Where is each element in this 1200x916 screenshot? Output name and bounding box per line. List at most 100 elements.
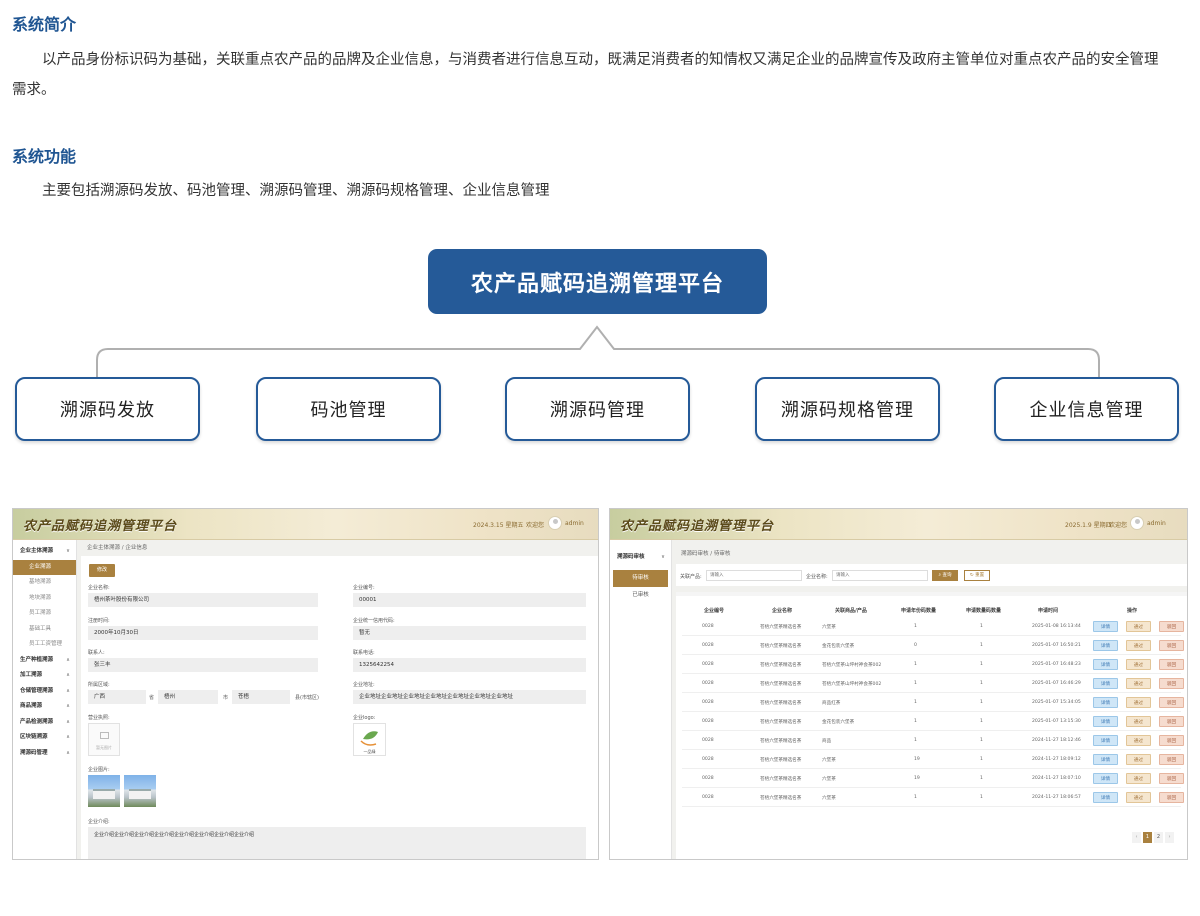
sidebar-item[interactable]: 区块链溯源 ∧ — [13, 730, 76, 746]
approve-button[interactable]: 通过 — [1126, 735, 1151, 746]
building-shape — [129, 789, 151, 799]
sidebar-item[interactable]: 产品检测溯源 ∧ — [13, 715, 76, 731]
detail-button[interactable]: 详情 — [1093, 678, 1118, 689]
approve-button[interactable]: 通过 — [1126, 754, 1151, 765]
approve-button[interactable]: 通过 — [1126, 621, 1151, 632]
leaf-logo-icon — [360, 731, 378, 746]
product-input[interactable] — [706, 570, 802, 581]
detail-button[interactable]: 详情 — [1093, 792, 1118, 803]
sidebar-item[interactable]: 溯源码管理 ∧ — [13, 746, 76, 762]
pagination: ‹ 1 2 › — [1132, 832, 1174, 843]
header-user[interactable]: admin — [1147, 520, 1166, 527]
sidebar-item[interactable]: 商品溯源 ∧ — [13, 699, 76, 715]
credit-code-field: 暂无 — [353, 626, 586, 640]
avatar[interactable] — [548, 516, 562, 530]
table-cell: 0028 — [702, 719, 714, 724]
table-cell: 苍梧六堡茶精选名茶 — [760, 739, 802, 744]
table-cell: 苍梧六堡茶精选名茶 — [760, 625, 802, 630]
reject-button[interactable]: 驳回 — [1159, 640, 1184, 651]
intro-field: 企业介绍企业介绍企业介绍企业介绍企业介绍企业介绍企业介绍企业介绍 — [88, 827, 586, 859]
table-cell: 0028 — [702, 681, 714, 686]
image-icon — [100, 732, 109, 739]
table-cell: 1 — [914, 795, 917, 800]
sidebar-item-pending[interactable]: 待审核 — [613, 570, 668, 587]
approve-button[interactable]: 通过 — [1126, 716, 1151, 727]
header-welcome: 欢迎您 — [1109, 522, 1128, 529]
sidebar-item-reviewed[interactable]: 已审核 — [610, 587, 671, 604]
table-cell: 0028 — [702, 776, 714, 781]
license-image-placeholder: 暂无图片 — [88, 723, 120, 756]
reject-button[interactable]: 驳回 — [1159, 716, 1184, 727]
detail-button[interactable]: 详情 — [1093, 640, 1118, 651]
detail-button[interactable]: 详情 — [1093, 773, 1118, 784]
label: 企业logo: — [353, 715, 376, 721]
building-shape — [93, 789, 115, 799]
detail-button[interactable]: 详情 — [1093, 716, 1118, 727]
sidebar-item[interactable]: 企业主体溯源 ∨ — [13, 544, 76, 560]
reject-button[interactable]: 驳回 — [1159, 697, 1184, 708]
reject-button[interactable]: 驳回 — [1159, 659, 1184, 670]
next-page-button[interactable]: › — [1165, 832, 1174, 843]
table-cell: 1 — [914, 681, 917, 686]
reject-button[interactable]: 驳回 — [1159, 678, 1184, 689]
module-code-issue: 溯源码发放 — [15, 377, 200, 441]
table-cell: 商品红茶 — [822, 701, 841, 706]
approve-button[interactable]: 通过 — [1126, 640, 1151, 651]
approve-button[interactable]: 通过 — [1126, 773, 1151, 784]
header-welcome: 欢迎您 — [526, 522, 545, 529]
company-input[interactable] — [832, 570, 928, 581]
sidebar-item[interactable]: 员工工资管理 — [13, 637, 76, 653]
detail-button[interactable]: 详情 — [1093, 659, 1118, 670]
table-cell: 1 — [914, 624, 917, 629]
sidebar-item[interactable]: 地块溯源 — [13, 591, 76, 607]
sidebar-item[interactable]: 基地溯源 — [13, 575, 76, 591]
reject-button[interactable]: 驳回 — [1159, 773, 1184, 784]
table-row: 0028 苍梧六堡茶精选名茶 六堡茶 19 1 2024-11-27 18:07:10 详情… — [682, 769, 1184, 788]
label: 注册时间: — [88, 618, 110, 624]
reject-button[interactable]: 驳回 — [1159, 754, 1184, 765]
sidebar-item[interactable]: 基础工具 — [13, 622, 76, 638]
sidebar-group[interactable]: 溯源码审核 ∨ — [610, 548, 671, 566]
table-cell: 苍梧六堡茶山坪村神会茶002 — [822, 682, 882, 687]
col-header: 申请年份码数量 — [901, 608, 937, 614]
reset-button[interactable]: ↻ 重置 — [964, 570, 990, 581]
table-cell: 苍梧六堡茶精选名茶 — [760, 796, 802, 801]
sidebar-item[interactable]: 加工溯源 ∧ — [13, 668, 76, 684]
detail-button[interactable]: 详情 — [1093, 754, 1118, 765]
detail-button[interactable]: 详情 — [1093, 735, 1118, 746]
table-cell: 0028 — [702, 738, 714, 743]
table-cell: 1 — [980, 738, 983, 743]
sidebar-item[interactable]: 生产种植溯源 ∧ — [13, 653, 76, 669]
reject-button[interactable]: 驳回 — [1159, 621, 1184, 632]
avatar[interactable] — [1130, 516, 1144, 530]
edit-button[interactable]: 修改 — [89, 564, 115, 577]
approve-button[interactable]: 通过 — [1126, 678, 1151, 689]
detail-button[interactable]: 详情 — [1093, 621, 1118, 632]
table-cell: 1 — [980, 643, 983, 648]
sidebar-item-company[interactable]: 企业溯源 — [13, 559, 76, 575]
approve-button[interactable]: 通过 — [1126, 659, 1151, 670]
table-cell: 1 — [980, 757, 983, 762]
detail-button[interactable]: 详情 — [1093, 697, 1118, 708]
reject-button[interactable]: 驳回 — [1159, 792, 1184, 803]
table-cell: 2025-01-07 16:48:23 — [1032, 662, 1081, 667]
approve-button[interactable]: 通过 — [1126, 697, 1151, 708]
page-button[interactable]: 2 — [1154, 832, 1163, 843]
company-photo[interactable] — [88, 775, 120, 807]
table-cell: 2025-01-07 15:34:05 — [1032, 700, 1081, 705]
table-cell: 六堡茶 — [822, 625, 836, 630]
sidebar-item[interactable]: 仓储管理溯源 ∧ — [13, 684, 76, 700]
table-cell: 2025-01-07 16:46:29 — [1032, 681, 1081, 686]
table-cell: 19 — [914, 776, 920, 781]
company-photo[interactable] — [124, 775, 156, 807]
query-button[interactable]: ⌕ 查询 — [932, 570, 958, 581]
address-field: 企业地址企业地址企业地址企业地址企业地址企业地址企业地址 — [353, 690, 586, 704]
reject-button[interactable]: 驳回 — [1159, 735, 1184, 746]
approve-button[interactable]: 通过 — [1126, 792, 1151, 803]
app-title: 农产品赋码追溯管理平台 — [620, 519, 775, 534]
sidebar-item[interactable]: 员工溯源 — [13, 606, 76, 622]
page-button[interactable]: 1 — [1143, 832, 1152, 843]
header-user[interactable]: admin — [565, 520, 584, 527]
prev-page-button[interactable]: ‹ — [1132, 832, 1141, 843]
functions-title: 系统功能 — [12, 147, 77, 166]
